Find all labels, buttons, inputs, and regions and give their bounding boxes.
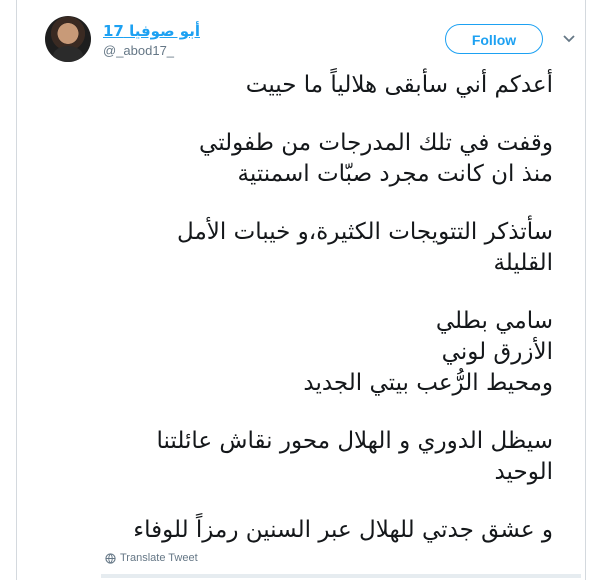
tweet-line: منذ ان كانت مجرد صبّات اسمنتية [237, 161, 553, 187]
tweet-text: أعدكم أني سأبقى هلالياً ما حييت وقفت في ت… [33, 70, 553, 573]
divider [101, 574, 581, 578]
tweet-paragraph: سامي بطلي الأزرق لوني ومحيط الرُّعب بيتي ا… [33, 306, 553, 399]
tweet-line: سيظل الدوري و الهلال محور نقاش عائلتنا [156, 428, 553, 454]
translate-tweet-link[interactable]: Translate Tweet [105, 552, 198, 564]
tweet-header: أبو صوفيا 17 @_abod17_ Follow [45, 16, 593, 68]
chevron-down-icon[interactable] [561, 30, 577, 46]
follow-button[interactable]: Follow [445, 24, 543, 54]
tweet-paragraph: سيظل الدوري و الهلال محور نقاش عائلتنا ال… [33, 426, 553, 488]
tweet-paragraph: وقفت في تلك المدرجات من طفولتي منذ ان كان… [33, 128, 553, 190]
tweet-card: أبو صوفيا 17 @_abod17_ Follow أعدكم أني … [16, 0, 586, 580]
tweet-line: ومحيط الرُّعب بيتي الجديد [303, 370, 553, 396]
tweet-line: و عشق جدتي للهلال عبر السنين رمزاً للوفا… [133, 517, 553, 543]
globe-icon [105, 552, 116, 564]
tweet-paragraph: سأتذكر التتويجات الكثيرة،و خيبات الأمل ال… [33, 217, 553, 279]
tweet-line: الأزرق لوني [441, 339, 553, 365]
translate-label: Translate Tweet [120, 552, 198, 564]
tweet-line: سأتذكر التتويجات الكثيرة،و خيبات الأمل [177, 219, 553, 245]
tweet-line: سامي بطلي [435, 308, 553, 334]
author-name[interactable]: أبو صوفيا 17 [103, 22, 200, 40]
author-handle[interactable]: @_abod17_ [103, 43, 174, 58]
tweet-line: الوحيد [494, 459, 553, 485]
tweet-paragraph: و عشق جدتي للهلال عبر السنين رمزاً للوفا… [33, 515, 553, 546]
avatar[interactable] [45, 16, 91, 62]
tweet-line: القليلة [493, 250, 553, 276]
tweet-paragraph: أعدكم أني سأبقى هلالياً ما حييت [33, 70, 553, 101]
tweet-line: أعدكم أني سأبقى هلالياً ما حييت [245, 72, 553, 98]
tweet-line: وقفت في تلك المدرجات من طفولتي [199, 130, 553, 156]
